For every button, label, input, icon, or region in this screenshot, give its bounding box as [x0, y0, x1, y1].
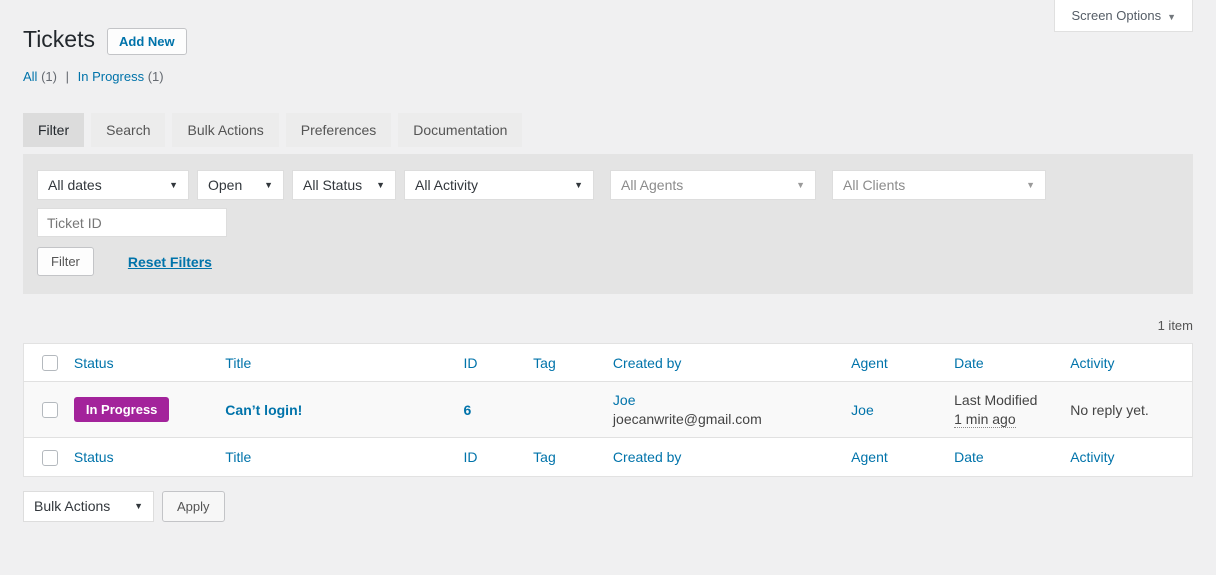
filter-button[interactable]: Filter — [37, 247, 94, 276]
column-footer-activity[interactable]: Activity — [1070, 449, 1114, 465]
ticket-id-link[interactable]: 6 — [464, 402, 472, 418]
created-by-cell: Joe joecanwrite@gmail.com — [603, 382, 841, 438]
column-footer-date[interactable]: Date — [954, 449, 984, 465]
date-modified-label: Last Modified — [954, 392, 1038, 409]
column-footer-created-by[interactable]: Created by — [613, 449, 681, 465]
page-title: Tickets — [23, 25, 95, 52]
row-checkbox[interactable] — [42, 402, 58, 419]
date-cell: Last Modified 1 min ago — [944, 382, 1060, 438]
ticket-id-input[interactable] — [37, 208, 227, 237]
ticket-tag-cell — [523, 382, 603, 438]
activity-cell: No reply yet. — [1070, 401, 1149, 418]
select-all-checkbox-bottom[interactable] — [42, 449, 58, 466]
select-arrow-icon: ▼ — [1026, 180, 1035, 190]
reset-filters-link[interactable]: Reset Filters — [128, 254, 212, 270]
views-separator: | — [65, 69, 69, 84]
chevron-down-icon: ▼ — [1167, 12, 1176, 22]
select-all-checkbox[interactable] — [42, 355, 58, 372]
column-header-status[interactable]: Status — [74, 355, 114, 371]
select-arrow-icon: ▼ — [134, 501, 143, 512]
column-header-agent[interactable]: Agent — [851, 355, 888, 371]
column-header-activity[interactable]: Activity — [1070, 355, 1114, 371]
ticket-title-link[interactable]: Can’t login! — [225, 402, 302, 418]
created-by-email: joecanwrite@gmail.com — [612, 411, 762, 428]
select-arrow-icon: ▼ — [264, 180, 273, 190]
select-arrow-icon: ▼ — [169, 180, 178, 190]
all-status-select[interactable]: All Status ▼ — [292, 170, 396, 200]
item-count: 1 item — [1157, 318, 1193, 333]
open-closed-select[interactable]: Open ▼ — [197, 170, 284, 200]
created-by-link[interactable]: Joe — [613, 392, 831, 408]
ticket-row: In Progress Can’t login! 6 Joe joecanwri… — [23, 381, 1193, 438]
column-header-date[interactable]: Date — [954, 355, 984, 371]
all-agents-combobox[interactable]: All Agents ▼ — [610, 170, 816, 200]
agent-link[interactable]: Joe — [851, 402, 874, 418]
view-in-progress-link[interactable]: In Progress — [78, 69, 144, 84]
view-in-progress-count: (1) — [147, 69, 164, 84]
select-arrow-icon: ▼ — [796, 180, 805, 190]
select-arrow-icon: ▼ — [574, 180, 583, 190]
all-dates-select[interactable]: All dates ▼ — [37, 170, 189, 200]
filter-panel: All dates ▼ Open ▼ All Status ▼ All Acti… — [23, 154, 1193, 294]
view-filter-links: All (1) | In Progress (1) — [23, 69, 1193, 84]
column-header-tag[interactable]: Tag — [533, 355, 556, 371]
add-new-button[interactable]: Add New — [107, 28, 187, 55]
all-clients-combobox[interactable]: All Clients ▼ — [832, 170, 1046, 200]
status-badge[interactable]: In Progress — [73, 397, 170, 423]
tab-preferences[interactable]: Preferences — [285, 113, 392, 147]
table-header-row: Status Title ID Tag Created by Agent Dat… — [23, 343, 1193, 383]
tab-documentation[interactable]: Documentation — [398, 113, 523, 147]
column-header-created-by[interactable]: Created by — [613, 355, 681, 371]
column-footer-status[interactable]: Status — [74, 449, 114, 465]
column-footer-tag[interactable]: Tag — [533, 449, 556, 465]
column-footer-id[interactable]: ID — [464, 449, 478, 465]
tickets-table: Status Title ID Tag Created by Agent Dat… — [23, 343, 1193, 477]
tab-bulk-actions[interactable]: Bulk Actions — [172, 113, 279, 147]
bulk-actions-select[interactable]: Bulk Actions ▼ — [23, 490, 154, 522]
date-relative-time: 1 min ago — [954, 411, 1016, 429]
select-arrow-icon: ▼ — [376, 180, 385, 190]
column-header-id[interactable]: ID — [464, 355, 478, 371]
tab-filter[interactable]: Filter — [23, 113, 85, 147]
column-footer-title[interactable]: Title — [225, 449, 251, 465]
table-footer-row: Status Title ID Tag Created by Agent Dat… — [23, 437, 1193, 477]
column-header-title[interactable]: Title — [225, 355, 251, 371]
tab-search[interactable]: Search — [91, 113, 166, 147]
view-all-count: (1) — [41, 69, 57, 84]
column-footer-agent[interactable]: Agent — [851, 449, 888, 465]
screen-options-button[interactable]: Screen Options ▼ — [1054, 0, 1193, 32]
all-activity-select[interactable]: All Activity ▼ — [404, 170, 594, 200]
filter-tabs: Filter Search Bulk Actions Preferences D… — [23, 113, 1193, 147]
view-all-link[interactable]: All — [23, 69, 37, 84]
apply-button[interactable]: Apply — [162, 490, 225, 522]
screen-options-label: Screen Options — [1071, 8, 1162, 23]
